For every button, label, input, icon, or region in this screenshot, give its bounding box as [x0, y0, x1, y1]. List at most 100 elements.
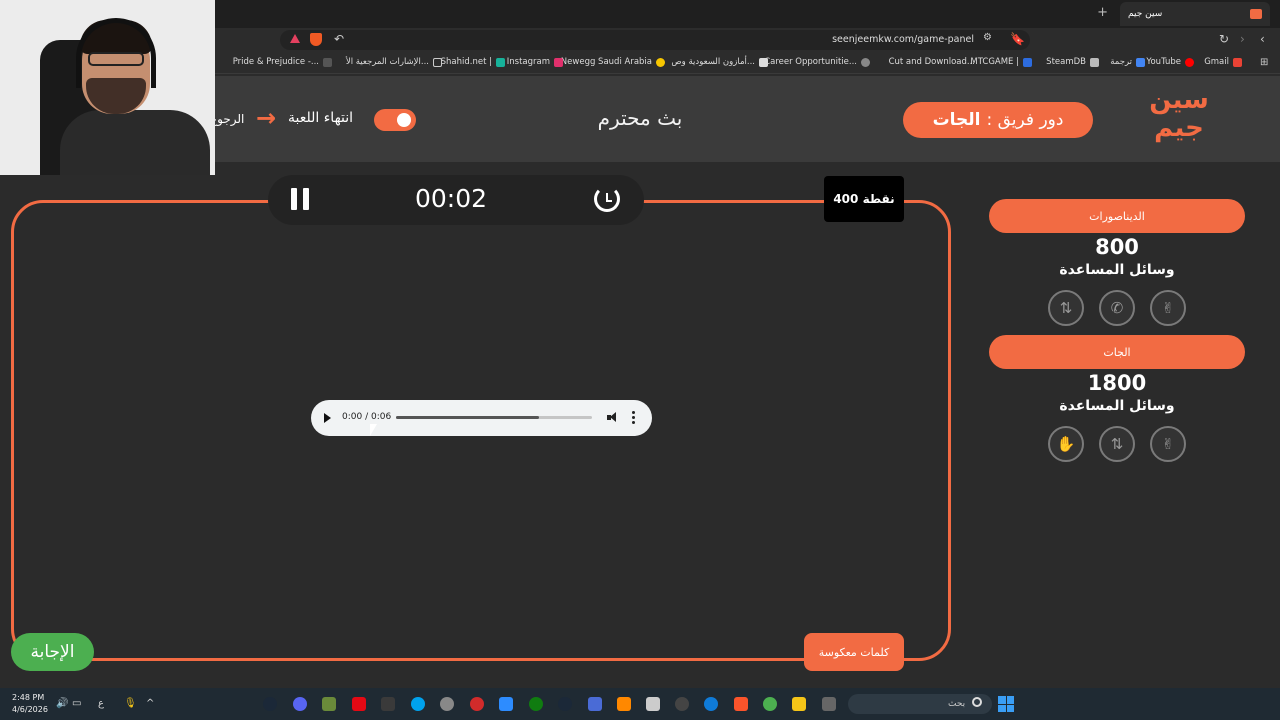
site-settings-icon[interactable]: ⚙: [983, 32, 992, 43]
bookmark-icon[interactable]: 🔖: [1010, 32, 1025, 46]
bookmark-youtube[interactable]: YouTube: [1146, 57, 1194, 67]
apps-grid-icon[interactable]: ⊞: [1260, 57, 1268, 68]
new-tab-button[interactable]: +: [1097, 5, 1108, 20]
bookmark-translate[interactable]: ترجمة: [1110, 57, 1145, 67]
reset-timer-icon[interactable]: [594, 186, 620, 212]
question-points: 400 نقطة: [824, 176, 904, 222]
turn-indicator: دور فريق : الجات: [903, 102, 1093, 138]
reload-icon[interactable]: ↻: [1219, 32, 1229, 46]
tab-active[interactable]: سين جيم: [1120, 2, 1270, 26]
bookmark-folder[interactable]: الإشارات المرجعية الأ...: [346, 57, 442, 67]
audio-seek-bar[interactable]: [396, 416, 592, 419]
bookmark-career[interactable]: Career Opportunitie...: [764, 57, 870, 67]
helps-label: وسائل المساعدة: [1059, 262, 1175, 278]
steam-icon[interactable]: [558, 697, 572, 711]
bookmark-gmail[interactable]: Gmail: [1204, 57, 1242, 67]
steam-icon[interactable]: [263, 697, 277, 711]
mtcgame-icon: [1023, 57, 1032, 67]
brave-icon[interactable]: [734, 697, 748, 711]
discord-icon[interactable]: [293, 697, 307, 711]
bookmark-steamdb[interactable]: SteamDB: [1046, 57, 1099, 67]
search-placeholder: بحث: [948, 699, 966, 709]
peace-hand-icon[interactable]: ✌: [1150, 426, 1186, 462]
history-icon[interactable]: ↶: [334, 32, 344, 46]
folder-icon: [433, 57, 442, 67]
network-icon[interactable]: ▭: [72, 698, 81, 709]
broadcast-toggle[interactable]: [374, 109, 416, 131]
webcam-overlay: [0, 0, 215, 175]
brave-shield-icon[interactable]: [310, 33, 322, 46]
speaker-icon[interactable]: 🔊: [56, 698, 68, 709]
helps-label: وسائل المساعدة: [1059, 398, 1175, 414]
team-score: 1800: [1087, 371, 1147, 395]
book-icon: [323, 57, 332, 67]
edge-icon[interactable]: [704, 697, 718, 711]
answer-button[interactable]: الإجابة: [11, 633, 94, 671]
pause-icon[interactable]: [291, 188, 309, 210]
file-explorer-icon[interactable]: [792, 697, 806, 711]
taskbar-search[interactable]: [848, 694, 992, 714]
gmail-icon: [1233, 57, 1242, 67]
end-game-link[interactable]: انتهاء اللعبة: [288, 110, 353, 126]
netflix-icon[interactable]: [352, 697, 366, 711]
swap-icon[interactable]: ⇅: [1099, 426, 1135, 462]
site-favicon-icon: [1250, 9, 1262, 19]
task-view-icon[interactable]: [822, 697, 836, 711]
bookmark-pride[interactable]: Pride & Prejudice -...: [233, 57, 332, 67]
taskbar-clock[interactable]: 2:48 PM 4/6/2026: [12, 692, 48, 716]
back-link[interactable]: الرجوع: [210, 112, 244, 126]
category-badge: كلمات معكوسة: [804, 633, 904, 671]
audio-time: 0:00 / 0:06: [342, 412, 392, 422]
media-player-icon[interactable]: [470, 697, 484, 711]
app-icon[interactable]: [675, 697, 689, 711]
volume-icon[interactable]: [607, 412, 618, 423]
translate-icon: [1136, 57, 1145, 67]
youtube-icon: [1185, 57, 1194, 67]
clock-time: 2:48 PM: [12, 693, 45, 702]
team-score: 800: [1095, 235, 1139, 259]
davinci-icon[interactable]: [381, 697, 395, 711]
peace-hand-icon[interactable]: ✌: [1150, 290, 1186, 326]
turn-team: الجات: [932, 110, 981, 130]
back-arrow-icon[interactable]: ‹: [1260, 32, 1265, 46]
seenjeem-logo: سين جيم: [1149, 85, 1209, 143]
zoom-icon[interactable]: [499, 697, 513, 711]
rewards-icon[interactable]: [290, 34, 300, 43]
turn-label: دور فريق :: [986, 110, 1064, 130]
chrome-icon[interactable]: [763, 697, 777, 711]
amazon-icon: [759, 57, 768, 67]
broadcast-title: بث محترم: [597, 106, 683, 130]
bookmark-amazon[interactable]: أمازون السعودية وص...: [671, 57, 768, 67]
exit-arrow-icon[interactable]: →: [256, 104, 276, 132]
app-icon[interactable]: [322, 697, 336, 711]
xbox-icon[interactable]: [529, 697, 543, 711]
swap-icon[interactable]: ⇅: [1048, 290, 1084, 326]
forward-arrow-icon[interactable]: ›: [1240, 32, 1245, 46]
vlc-icon[interactable]: [617, 697, 631, 711]
store-icon[interactable]: [646, 697, 660, 711]
tray-chevron-icon[interactable]: ^: [146, 698, 154, 709]
windows-start-icon[interactable]: [998, 696, 1014, 712]
bookmark-cut-download[interactable]: Cut and Download...: [889, 57, 975, 67]
obs-icon[interactable]: [440, 697, 454, 711]
globe-icon: [861, 57, 870, 67]
team-name-pill: الجات: [989, 335, 1245, 369]
newegg-icon: [656, 57, 665, 67]
bookmark-newegg[interactable]: Newegg Saudi Arabia: [561, 57, 665, 67]
play-icon[interactable]: [324, 413, 331, 423]
more-options-icon[interactable]: [632, 411, 635, 424]
url-text: seenjeemkw.com/game-panel: [832, 34, 974, 45]
bookmark-mtcgame[interactable]: MTCGAME |: [970, 57, 1032, 67]
clock-date: 4/6/2026: [12, 705, 48, 714]
app-icon[interactable]: [588, 697, 602, 711]
bookmark-instagram[interactable]: Instagram: [507, 57, 563, 67]
instagram-icon: [554, 57, 563, 67]
stop-hand-icon[interactable]: ✋: [1048, 426, 1084, 462]
copilot-icon[interactable]: [411, 697, 425, 711]
timer-display: 00:02: [414, 184, 488, 213]
steamdb-icon: [1090, 57, 1099, 67]
bookmark-shahid[interactable]: Shahid.net |: [441, 57, 505, 67]
input-language[interactable]: ع: [98, 698, 104, 709]
phone-icon[interactable]: ✆: [1099, 290, 1135, 326]
microphone-icon[interactable]: 🎙: [124, 698, 137, 709]
